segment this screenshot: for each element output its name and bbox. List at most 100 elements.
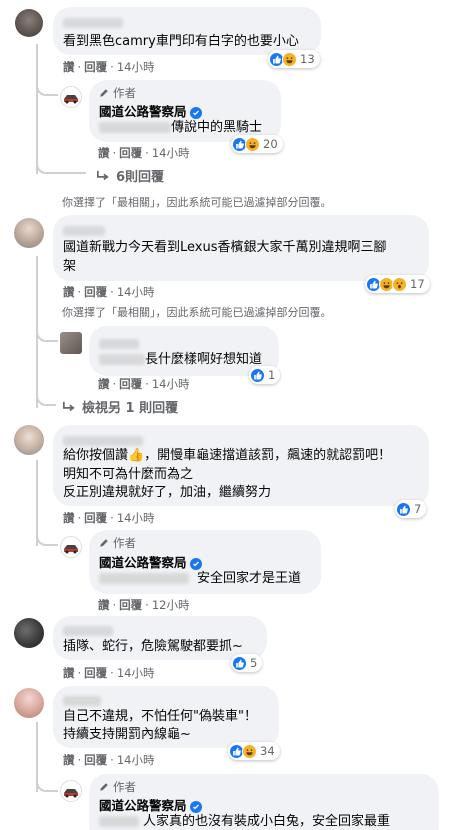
like-link[interactable]: 讚 (98, 598, 110, 612)
commenter-name-redacted[interactable] (63, 223, 105, 238)
page-name[interactable]: 國道公路警察局 (99, 104, 187, 119)
comment-actions: 讚 · 回覆 · 14小時 (63, 666, 155, 680)
like-link[interactable]: 讚 (98, 146, 110, 160)
author-badge-label: 作者 (113, 86, 136, 100)
mention-redacted[interactable] (99, 122, 171, 133)
reply-link[interactable]: 回覆 (119, 598, 142, 612)
comment-bubble: 自己不違規，不怕任何"偽裝車"！ 持續支持開罰內線龜~ (53, 686, 279, 748)
mention-redacted[interactable] (99, 816, 139, 827)
reaction-summary[interactable]: 17 (365, 275, 430, 293)
haha-reaction-icon (245, 136, 260, 152)
reaction-count: 7 (414, 502, 422, 516)
reply-time[interactable]: 12小時 (152, 598, 190, 612)
reply-link[interactable]: 回覆 (119, 377, 142, 391)
comment-time[interactable]: 14小時 (117, 753, 155, 767)
author-badge-label: 作者 (113, 780, 136, 794)
comment-text: 國道新戰力今天看到Lexus香檳銀大家千萬別違規啊三腳 (63, 240, 387, 255)
like-link[interactable]: 讚 (63, 60, 75, 74)
page-avatar[interactable] (60, 536, 82, 558)
reply-bubble: 作者 國道公路警察局 傳說中的黑騎士 (89, 80, 281, 142)
comment-text-line2: 明知不可為什麼而為之 (63, 467, 194, 482)
more-replies-label[interactable]: 檢視另 1 則回覆 (82, 397, 178, 416)
commenter-avatar[interactable] (14, 218, 44, 248)
reply-arrow-icon (62, 401, 75, 411)
reply-link[interactable]: 回覆 (119, 146, 142, 160)
filter-note: 你選擇了「最相關」，因此系統可能已過濾掉部分回覆。 (62, 196, 332, 209)
reply-actions: 讚 · 回覆 · 14小時 (98, 146, 190, 160)
replier-avatar[interactable] (60, 332, 82, 354)
like-link[interactable]: 讚 (63, 511, 75, 525)
comment-time[interactable]: 14小時 (117, 60, 155, 74)
reaction-summary[interactable]: 13 (268, 50, 320, 68)
filter-note: 你選擇了「最相關」，因此系統可能已過濾掉部分回覆。 (62, 306, 332, 319)
comment-time[interactable]: 14小時 (117, 285, 155, 299)
reaction-count: 17 (410, 277, 425, 291)
reply-text: 傳說中的黑騎士 (171, 120, 263, 135)
reply-link[interactable]: 回覆 (84, 285, 107, 299)
comment-actions: 讚 · 回覆 · 14小時 (63, 753, 155, 767)
reaction-summary[interactable]: 34 (228, 742, 280, 760)
comment-bubble: 給你按個讚👍，開慢車龜速擋道該罰，飆速的就認罰吧！ 明知不可為什麼而為之 反正別… (53, 425, 429, 506)
page-avatar[interactable] (60, 780, 82, 802)
reaction-summary[interactable]: 1 (249, 366, 281, 384)
reply-link[interactable]: 回覆 (84, 753, 107, 767)
verified-icon (189, 106, 202, 119)
like-link[interactable]: 讚 (63, 753, 75, 767)
comment-time[interactable]: 14小時 (117, 511, 155, 525)
reaction-count: 20 (263, 137, 278, 151)
view-more-replies[interactable]: 6則回覆 (96, 166, 164, 185)
view-more-replies[interactable]: 檢視另 1 則回覆 (62, 397, 178, 416)
page-name[interactable]: 國道公路警察局 (99, 798, 187, 813)
commenter-name-redacted[interactable] (63, 693, 101, 708)
commenter-name-redacted[interactable] (63, 15, 123, 30)
commenter-avatar[interactable] (15, 9, 43, 37)
commenter-avatar[interactable] (14, 618, 44, 648)
reply-text: 人家真的也沒有裝成小白兔，安全回家最重 (143, 814, 391, 829)
verified-icon (189, 557, 202, 570)
like-reaction-icon (396, 501, 411, 517)
reply-arrow-icon (97, 170, 109, 180)
commenter-avatar[interactable] (14, 688, 44, 718)
mention-redacted[interactable] (99, 573, 189, 584)
more-replies-label[interactable]: 6則回覆 (116, 166, 164, 185)
comment-text-line2: 持續支持開罰內線龜~ (63, 727, 191, 742)
comment-time[interactable]: 14小時 (117, 666, 155, 680)
reply-actions: 讚 · 回覆 · 12小時 (98, 598, 190, 612)
pen-icon (100, 89, 108, 97)
reply-actions: 讚 · 回覆 · 14小時 (98, 377, 190, 391)
verified-icon (189, 800, 202, 813)
reply-link[interactable]: 回覆 (84, 511, 107, 525)
reply-link[interactable]: 回覆 (84, 666, 107, 680)
comment-actions: 讚 · 回覆 · 14小時 (63, 511, 155, 525)
reply-time[interactable]: 14小時 (152, 377, 190, 391)
mention-redacted[interactable] (99, 354, 145, 365)
reply-text: 安全回家才是王道 (197, 571, 302, 586)
comment-actions: 讚 · 回覆 · 14小時 (63, 60, 155, 74)
comment-text: 自己不違規，不怕任何"偽裝車"！ (63, 709, 257, 724)
wow-reaction-icon (392, 276, 407, 292)
page-avatar[interactable] (60, 86, 82, 108)
reaction-count: 34 (260, 744, 275, 758)
reaction-summary[interactable]: 20 (231, 135, 283, 153)
pen-icon (100, 539, 108, 547)
commenter-avatar[interactable] (14, 425, 44, 455)
reaction-count: 13 (300, 52, 315, 66)
reaction-count: 5 (250, 656, 258, 670)
comment-bubble: 國道新戰力今天看到Lexus香檳銀大家千萬別違規啊三腳 架 (53, 215, 429, 281)
page-name[interactable]: 國道公路警察局 (99, 555, 187, 570)
reply-time[interactable]: 14小時 (152, 146, 190, 160)
reply-link[interactable]: 回覆 (84, 60, 107, 74)
like-reaction-icon (250, 367, 265, 383)
like-link[interactable]: 讚 (98, 377, 110, 391)
author-badge-label: 作者 (113, 536, 136, 550)
like-link[interactable]: 讚 (63, 666, 75, 680)
reaction-summary[interactable]: 5 (231, 654, 263, 672)
like-link[interactable]: 讚 (63, 285, 75, 299)
replier-name-redacted[interactable] (99, 336, 139, 351)
reaction-count: 1 (268, 368, 276, 382)
commenter-name-redacted[interactable] (63, 623, 113, 638)
reaction-summary[interactable]: 7 (395, 500, 427, 518)
comment-text: 插隊、蛇行，危險駕駛都要抓~ (63, 639, 243, 654)
haha-reaction-icon (282, 51, 297, 67)
comment-text-line3: 反正別違規就好了，加油，繼續努力 (63, 485, 272, 500)
